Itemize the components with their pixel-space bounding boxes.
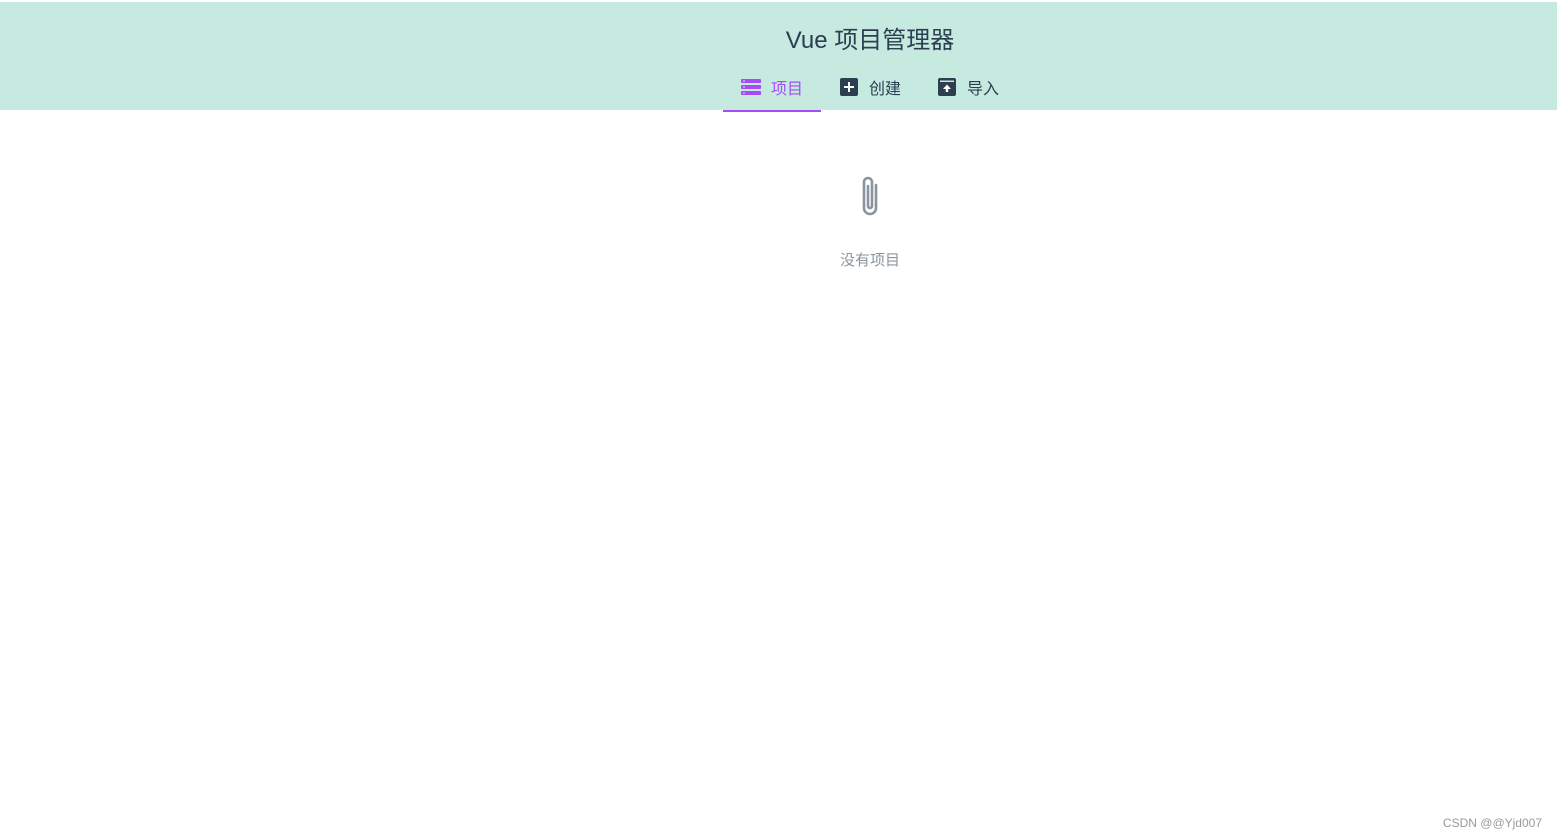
archive-upload-icon	[937, 77, 957, 97]
app-header: Vue 项目管理器 项目 创建 导入	[0, 2, 1557, 112]
plus-box-icon	[839, 77, 859, 97]
empty-state: 没有项目	[770, 172, 970, 270]
tab-label: 创建	[868, 81, 901, 98]
tab-label: 导入	[966, 81, 999, 98]
watermark: CSDN @@Yjd007	[1442, 816, 1542, 830]
tab-label: 项目	[770, 81, 803, 98]
nav-tabs: 项目 创建 导入	[723, 64, 1017, 112]
list-icon	[740, 77, 761, 97]
tab-create[interactable]: 创建	[821, 64, 919, 110]
tab-projects[interactable]: 项目	[723, 64, 821, 112]
page-title: Vue 项目管理器	[785, 27, 955, 54]
tab-import[interactable]: 导入	[919, 64, 1017, 110]
paperclip-icon	[770, 172, 970, 225]
empty-message: 没有项目	[839, 252, 900, 269]
